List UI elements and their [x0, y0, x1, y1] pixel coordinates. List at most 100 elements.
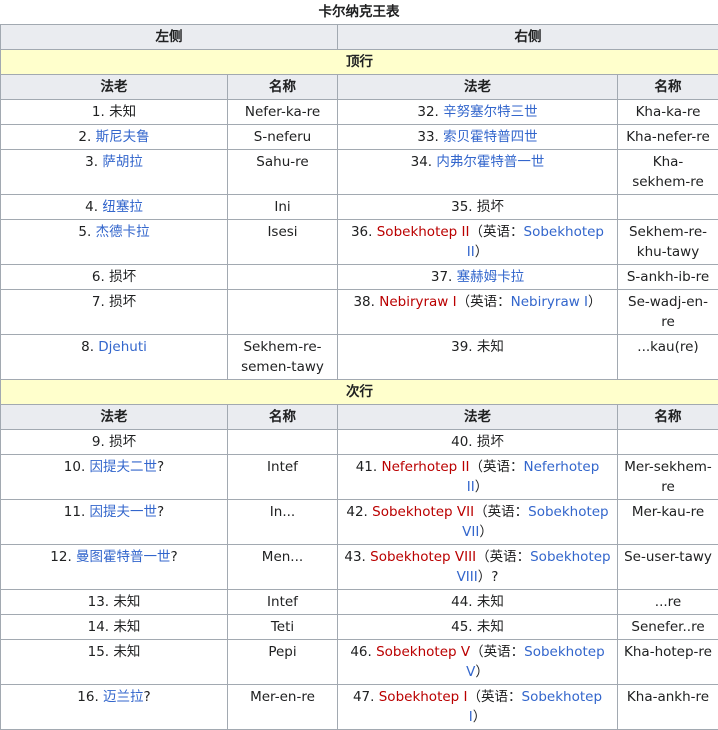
- table-row: 13. 未知 Intef 44. 未知 ...re: [0, 589, 718, 615]
- column-header-row: 法老 名称 法老 名称: [0, 404, 718, 430]
- pharaoh-link[interactable]: 斯尼夫鲁: [96, 129, 150, 145]
- table-row: 12. 曼图霍特普一世? Men... 43. Sobekhotep VIII（英语…: [0, 544, 718, 590]
- table-row: 9. 损坏 40. 损坏: [0, 429, 718, 455]
- pharaoh-link[interactable]: 辛努塞尔特三世: [443, 104, 538, 120]
- table-row: 7. 损坏 38. Nebiryraw I（英语：Nebiryraw I） Se-w…: [0, 289, 718, 335]
- pharaoh-text: 14. 未知: [87, 619, 141, 635]
- right-name-cell: Senefer..re: [617, 614, 718, 640]
- left-pharaoh-cell: 6. 损坏: [0, 264, 228, 290]
- pharaoh-text: 15. 未知: [87, 644, 141, 660]
- left-pharaoh-cell: 14. 未知: [0, 614, 228, 640]
- pharaoh-link[interactable]: 因提夫一世: [90, 504, 158, 520]
- section-title: 顶行: [0, 49, 718, 75]
- right-name-cell: Sekhem-re-khu-tawy: [617, 219, 718, 265]
- right-name-cell: Kha-hotep-re: [617, 639, 718, 685]
- pharaoh-text: （英语：: [474, 504, 529, 520]
- column-header-row: 法老 名称 法老 名称: [0, 74, 718, 100]
- pharaoh-text: 41.: [355, 459, 382, 475]
- left-pharaoh-cell: 15. 未知: [0, 639, 228, 685]
- pharaoh-link[interactable]: 索贝霍特普四世: [443, 129, 538, 145]
- left-pharaoh-cell: 10. 因提夫二世?: [0, 454, 228, 500]
- pharaoh-text: （英语：: [476, 549, 531, 565]
- pharaoh-redlink[interactable]: Sobekhotep I: [379, 689, 468, 705]
- pharaoh-text: ?: [157, 504, 165, 520]
- pharaoh-text: 44. 未知: [451, 594, 504, 610]
- pharaoh-text: ?: [157, 459, 165, 475]
- pharaoh-text: ）: [474, 479, 489, 495]
- pharaoh-text: 2.: [78, 129, 96, 145]
- table-row: 11. 因提夫一世? In... 42. Sobekhotep VII（英语：Sob…: [0, 499, 718, 545]
- table-row: 2. 斯尼夫鲁 S-neferu 33. 索贝霍特普四世 Kha-nefer-re: [0, 124, 718, 150]
- pharaoh-text: 37.: [430, 269, 457, 285]
- right-pharaoh-cell: 34. 内弗尔霍特普一世: [337, 149, 618, 195]
- left-name-cell: Teti: [227, 614, 338, 640]
- right-name-cell: ...kau(re): [617, 334, 718, 380]
- pharaoh-redlink[interactable]: Sobekhotep VII: [372, 504, 474, 520]
- pharaoh-text: 16.: [77, 689, 104, 705]
- column-header-pharaoh: 法老: [0, 74, 228, 100]
- left-pharaoh-cell: 2. 斯尼夫鲁: [0, 124, 228, 150]
- right-name-cell: Mer-kau-re: [617, 499, 718, 545]
- table-row: 16. 迈兰拉? Mer-en-re 47. Sobekhotep I（英语：Sob…: [0, 684, 718, 730]
- left-name-cell: Intef: [227, 454, 338, 500]
- left-pharaoh-cell: 7. 损坏: [0, 289, 228, 335]
- left-pharaoh-cell: 16. 迈兰拉?: [0, 684, 228, 730]
- pharaoh-text: 6. 损坏: [91, 269, 137, 285]
- section-row: 次行: [0, 379, 718, 405]
- pharaoh-text: ）?: [477, 569, 499, 585]
- table-row: 14. 未知 Teti 45. 未知 Senefer..re: [0, 614, 718, 640]
- section-row: 顶行: [0, 49, 718, 75]
- pharaoh-text: （英语：: [456, 294, 511, 310]
- left-name-cell: Intef: [227, 589, 338, 615]
- pharaoh-text: 40. 损坏: [451, 434, 504, 450]
- pharaoh-link[interactable]: 萨胡拉: [102, 154, 143, 170]
- right-pharaoh-cell: 43. Sobekhotep VIII（英语：Sobekhotep VIII）?: [337, 544, 618, 590]
- pharaoh-link[interactable]: Djehuti: [98, 339, 147, 355]
- right-pharaoh-cell: 40. 损坏: [337, 429, 618, 455]
- pharaoh-link[interactable]: Nebiryraw I: [511, 294, 588, 310]
- right-name-cell: Kha-ka-re: [617, 99, 718, 125]
- column-header-pharaoh: 法老: [0, 404, 228, 430]
- left-pharaoh-cell: 1. 未知: [0, 99, 228, 125]
- king-list-body: 左侧 右侧 顶行 法老 名称 法老 名称 1. 未知 Nefer-ka-re 32. 辛努塞尔…: [0, 24, 718, 730]
- right-pharaoh-cell: 32. 辛努塞尔特三世: [337, 99, 618, 125]
- pharaoh-link[interactable]: 杰德卡拉: [96, 224, 150, 240]
- pharaoh-text: 43.: [344, 549, 371, 565]
- left-name-cell: [227, 289, 338, 335]
- column-header-name: 名称: [617, 404, 718, 430]
- table-row: 3. 萨胡拉 Sahu-re 34. 内弗尔霍特普一世 Kha-sekhem-re: [0, 149, 718, 195]
- pharaoh-redlink[interactable]: Nebiryraw I: [379, 294, 456, 310]
- left-pharaoh-cell: 11. 因提夫一世?: [0, 499, 228, 545]
- column-header-pharaoh: 法老: [337, 404, 618, 430]
- pharaoh-redlink[interactable]: Sobekhotep V: [376, 644, 470, 660]
- right-pharaoh-cell: 35. 损坏: [337, 194, 618, 220]
- pharaoh-text: 13. 未知: [87, 594, 141, 610]
- right-side-header: 右侧: [337, 24, 718, 50]
- left-pharaoh-cell: 4. 纽塞拉: [0, 194, 228, 220]
- table-row: 5. 杰德卡拉 Isesi 36. Sobekhotep II（英语：Sobekho…: [0, 219, 718, 265]
- right-name-cell: Kha-ankh-re: [617, 684, 718, 730]
- pharaoh-text: 9. 损坏: [91, 434, 137, 450]
- pharaoh-text: 45. 未知: [451, 619, 504, 635]
- pharaoh-redlink[interactable]: Sobekhotep VIII: [370, 549, 476, 565]
- pharaoh-link[interactable]: 因提夫二世: [90, 459, 158, 475]
- pharaoh-link[interactable]: 纽塞拉: [102, 199, 143, 215]
- right-pharaoh-cell: 47. Sobekhotep I（英语：Sobekhotep I）: [337, 684, 618, 730]
- pharaoh-text: 10.: [63, 459, 90, 475]
- pharaoh-link[interactable]: 曼图霍特普一世: [76, 549, 171, 565]
- pharaoh-link[interactable]: 内弗尔霍特普一世: [436, 154, 544, 170]
- right-pharaoh-cell: 46. Sobekhotep V（英语：Sobekhotep V）: [337, 639, 618, 685]
- column-header-name: 名称: [227, 404, 338, 430]
- pharaoh-text: 5.: [78, 224, 96, 240]
- table-row: 10. 因提夫二世? Intef 41. Neferhotep II（英语：Nefe…: [0, 454, 718, 500]
- pharaoh-link[interactable]: 塞赫姆卡拉: [457, 269, 525, 285]
- pharaoh-redlink[interactable]: Neferhotep II: [381, 459, 469, 475]
- king-list-table: 左侧 右侧 顶行 法老 名称 法老 名称 1. 未知 Nefer-ka-re 32. 辛努塞尔…: [0, 24, 718, 730]
- right-pharaoh-cell: 37. 塞赫姆卡拉: [337, 264, 618, 290]
- left-name-cell: Nefer-ka-re: [227, 99, 338, 125]
- pharaoh-redlink[interactable]: Sobekhotep II: [377, 224, 470, 240]
- pharaoh-link[interactable]: 迈兰拉: [103, 689, 144, 705]
- table-row: 15. 未知 Pepi 46. Sobekhotep V（英语：Sobekhotep…: [0, 639, 718, 685]
- pharaoh-text: ）: [475, 664, 489, 680]
- left-name-cell: Sahu-re: [227, 149, 338, 195]
